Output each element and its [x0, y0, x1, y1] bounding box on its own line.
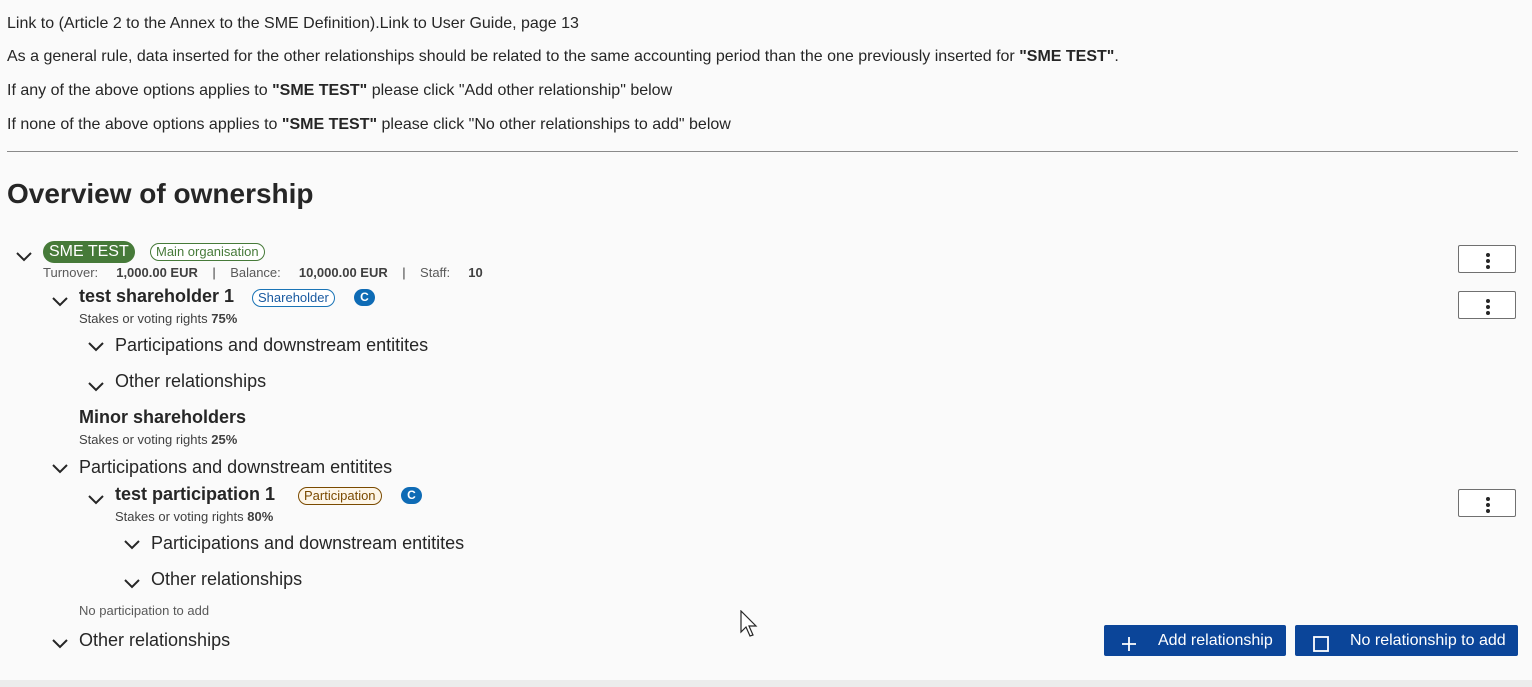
intro-text: please click "No other relationships to …	[377, 116, 731, 133]
kebab-dot	[1486, 497, 1490, 501]
minor-shareholders-stakes: Stakes or voting rights 25%	[79, 432, 237, 447]
chevron-down-icon[interactable]	[15, 247, 33, 265]
kebab-dot	[1486, 305, 1490, 309]
kebab-dot	[1486, 311, 1490, 315]
intro-text: If none of the above options applies to	[7, 116, 282, 133]
balance-label: Balance:	[230, 265, 281, 280]
main-org-actions-button[interactable]	[1458, 245, 1516, 273]
participation-actions-button[interactable]	[1458, 489, 1516, 517]
chevron-down-icon[interactable]	[123, 574, 141, 592]
turnover-value: 1,000.00 EUR	[116, 265, 198, 280]
c-badge: C	[354, 289, 375, 306]
org-name-bold: "SME TEST"	[272, 82, 368, 99]
add-relationship-button[interactable]: Add relationship	[1104, 625, 1286, 656]
kebab-dot	[1486, 299, 1490, 303]
separator: |	[212, 265, 216, 280]
chevron-down-icon[interactable]	[87, 337, 105, 355]
stakes-value: 80%	[247, 509, 274, 524]
participation-stakes: Stakes or voting rights 80%	[115, 509, 273, 524]
chevron-down-icon[interactable]	[51, 459, 69, 477]
add-relationship-label: Add relationship	[1158, 632, 1273, 649]
intro-add-hint: If any of the above options applies to "…	[7, 82, 672, 100]
intro-text: As a general rule, data inserted for the…	[7, 48, 1020, 65]
mouse-cursor-icon	[740, 609, 760, 643]
org-name-bold: "SME TEST"	[281, 116, 378, 133]
c-badge: C	[401, 487, 422, 504]
shareholder-actions-button[interactable]	[1458, 291, 1516, 319]
shareholder-other-relationships-section[interactable]: Other relationships	[115, 371, 266, 392]
participation-other-relationships-section[interactable]: Other relationships	[151, 569, 302, 590]
no-participation-note: No participation to add	[79, 603, 210, 618]
plus-icon	[1121, 632, 1137, 663]
no-relationship-label: No relationship to add	[1350, 632, 1506, 649]
chevron-down-icon[interactable]	[87, 490, 105, 508]
staff-value: 10	[468, 265, 483, 280]
main-organisation-badge: Main organisation	[150, 243, 265, 261]
intro-none-hint: If none of the above options applies to …	[7, 116, 731, 134]
chevron-down-icon[interactable]	[87, 377, 105, 395]
participation-name: test participation 1	[115, 484, 276, 504]
stakes-label: Stakes or voting rights	[79, 311, 208, 326]
bottom-bar	[0, 680, 1532, 687]
page-title: Overview of ownership	[7, 178, 314, 209]
shareholder-stakes: Stakes or voting rights 75%	[79, 311, 237, 326]
intro-text: .	[1114, 48, 1119, 65]
balance-value: 10,000.00 EUR	[298, 265, 388, 280]
chevron-down-icon[interactable]	[51, 292, 69, 310]
separator: |	[402, 265, 406, 280]
kebab-dot	[1486, 503, 1490, 507]
org-name-bold: "SME TEST"	[1019, 48, 1115, 65]
kebab-dot	[1486, 265, 1490, 269]
other-relationships-section[interactable]: Other relationships	[79, 630, 230, 651]
participation-participations-section[interactable]: Participations and downstream entitites	[151, 533, 464, 554]
intro-text: please click "Add other relationship" be…	[367, 82, 673, 99]
kebab-dot	[1486, 509, 1490, 513]
stakes-label: Stakes or voting rights	[79, 432, 208, 447]
turnover-label: Turnover:	[43, 265, 99, 280]
participations-section[interactable]: Participations and downstream entitites	[79, 457, 392, 478]
intro-line-links[interactable]: Link to (Article 2 to the Annex to the S…	[7, 15, 579, 32]
stakes-label: Stakes or voting rights	[115, 509, 244, 524]
intro-text: If any of the above options applies to	[7, 82, 273, 99]
intro-accounting-period: As a general rule, data inserted for the…	[7, 48, 1119, 66]
shareholder-participations-section[interactable]: Participations and downstream entitites	[115, 335, 428, 356]
main-org-name-tag: SME TEST	[43, 241, 135, 263]
participation-badge: Participation	[298, 487, 382, 505]
main-org-figures: Turnover: 1,000.00 EUR | Balance: 10,000…	[43, 265, 483, 280]
checkbox-icon	[1313, 632, 1329, 663]
shareholder-name: test shareholder 1	[79, 286, 235, 306]
staff-label: Staff:	[420, 265, 451, 280]
no-relationship-button[interactable]: No relationship to add	[1295, 625, 1518, 656]
stakes-value: 75%	[211, 311, 238, 326]
shareholder-badge: Shareholder	[252, 289, 335, 307]
chevron-down-icon[interactable]	[51, 634, 69, 652]
chevron-down-icon[interactable]	[123, 535, 141, 553]
intro-links: Link to (Article 2 to the Annex to the S…	[7, 15, 579, 33]
divider	[7, 151, 1518, 152]
stakes-value: 25%	[211, 432, 238, 447]
kebab-dot	[1486, 259, 1490, 263]
minor-shareholders-title: Minor shareholders	[79, 407, 247, 427]
kebab-dot	[1486, 253, 1490, 257]
